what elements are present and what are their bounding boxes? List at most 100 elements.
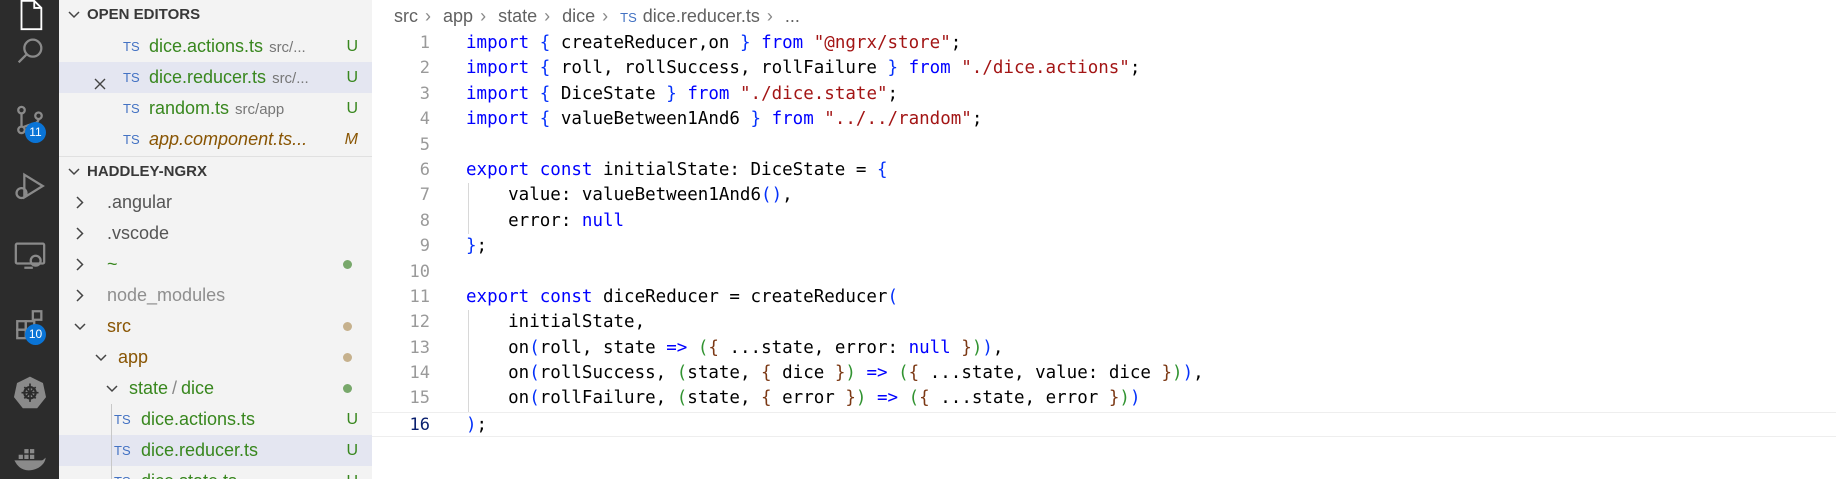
extensions-icon[interactable]: 10 [0, 295, 59, 353]
tree-item-file[interactable]: TS dice.actions.ts U [59, 404, 372, 435]
tree-item-app[interactable]: app [59, 342, 372, 373]
chevron-down-icon [73, 311, 87, 342]
tree-item-file[interactable]: TS dice.reducer.ts U [59, 435, 372, 466]
code-line[interactable]: 1 import { createReducer,on } from "@ngrx… [372, 31, 1836, 56]
code-editor[interactable]: src › app › state › dice › TS dice.reducer.ts… [372, 0, 1836, 479]
line-number: 1 [419, 33, 430, 53]
line-number: 9 [419, 236, 430, 257]
docker-icon[interactable] [0, 430, 59, 488]
open-editor-item[interactable]: TS app.component.ts... M [59, 124, 372, 155]
remote-explorer-icon[interactable] [0, 226, 59, 284]
line-number: 6 [419, 159, 430, 180]
code-text: on(rollSuccess, (state, { dice }) => ({ … [466, 363, 1204, 384]
code-text: ); [466, 414, 488, 435]
breadcrumb-item[interactable]: dice [562, 6, 595, 26]
code-line[interactable]: 14 on(rollSuccess, (state, { dice }) => … [372, 361, 1836, 386]
typescript-file-icon: TS [123, 132, 140, 147]
breadcrumb-item[interactable]: src [394, 6, 418, 26]
code-line[interactable]: 12 initialState, [372, 310, 1836, 335]
open-editor-item[interactable]: TS random.ts src/app U [59, 93, 372, 124]
code-line[interactable]: 13 on(roll, state => ({ ...state, error:… [372, 336, 1836, 361]
chevron-right-icon: › [766, 6, 773, 26]
kubernetes-icon[interactable] [0, 363, 59, 421]
breadcrumb-item[interactable]: dice.reducer.ts [643, 6, 760, 26]
workspace-header[interactable]: HADDLEY-NGRX [59, 156, 372, 187]
chevron-right-icon [73, 187, 87, 218]
code-line[interactable]: 2 import { roll, rollSuccess, rollFailure… [372, 56, 1836, 81]
breadcrumb-item[interactable]: app [443, 6, 473, 26]
source-control-badge: 11 [25, 122, 46, 143]
line-number: 10 [409, 261, 430, 282]
code-line[interactable]: 10 [372, 260, 1836, 285]
typescript-file-icon: TS [114, 466, 131, 479]
code-line[interactable]: 7 value: valueBetween1And6(), [372, 183, 1836, 208]
breadcrumb-item[interactable]: state [498, 6, 537, 26]
open-editors-header[interactable]: OPEN EDITORS [59, 0, 372, 30]
breadcrumb: src › app › state › dice › TS dice.reducer.ts… [394, 0, 800, 32]
chevron-right-icon [73, 249, 87, 280]
code-text: import { DiceState } from "./dice.state"… [466, 83, 899, 104]
open-editor-path: src/... [272, 70, 309, 87]
tree-item-node-modules[interactable]: node_modules [59, 280, 372, 311]
code-line[interactable]: 11 export const diceReducer = createReduc… [372, 285, 1836, 310]
chevron-right-icon [73, 280, 87, 311]
tree-item-home[interactable]: ~ [59, 249, 372, 280]
code-line[interactable]: 3 import { DiceState } from "./dice.state… [372, 82, 1836, 107]
tree-item-label: src [107, 316, 131, 336]
open-editor-item[interactable]: TS dice.reducer.ts src/... U [59, 62, 372, 93]
source-control-icon[interactable]: 11 [0, 91, 59, 149]
line-number: 15 [409, 388, 430, 409]
chevron-right-icon: › [425, 6, 431, 26]
code-area[interactable]: 1 import { createReducer,on } from "@ngrx… [372, 31, 1836, 438]
indent-guide [468, 183, 469, 235]
code-line[interactable]: 6 export const initialState: DiceState = … [372, 158, 1836, 183]
git-status-dot [343, 322, 352, 331]
code-text: initialState, [466, 312, 646, 333]
typescript-file-icon: TS [123, 39, 140, 54]
chevron-down-icon [94, 342, 108, 373]
git-status-badge: U [346, 38, 358, 55]
chevron-right-icon [73, 218, 87, 249]
code-text: value: valueBetween1And6(), [466, 185, 793, 206]
chevron-right-icon: › [602, 6, 609, 26]
code-line[interactable]: 5 [372, 133, 1836, 158]
chevron-down-icon [67, 0, 81, 30]
tree-item-state-dice[interactable]: state / dice [59, 373, 372, 404]
tree-item-label: node_modules [107, 285, 226, 305]
run-debug-icon[interactable] [0, 157, 59, 215]
workspace-title: HADDLEY-NGRX [87, 163, 208, 180]
tree-item-label: .angular [107, 192, 173, 212]
tree-item-file[interactable]: TS dice.state.ts U [59, 466, 372, 479]
path-separator: / [172, 378, 178, 398]
tree-item-src[interactable]: src [59, 311, 372, 342]
tree-item-angular[interactable]: .angular [59, 187, 372, 218]
open-editor-name: dice.reducer.ts [149, 67, 267, 87]
open-editor-item[interactable]: TS dice.actions.ts src/... U [59, 31, 372, 62]
tree-item-vscode[interactable]: .vscode [59, 218, 372, 249]
code-text: on(rollFailure, (state, { error }) => ({… [466, 388, 1141, 409]
tree-indent-guide [111, 404, 112, 479]
code-text: import { createReducer,on } from "@ngrx/… [466, 33, 962, 53]
line-number: 11 [409, 286, 430, 307]
tree-item-label: dice [181, 378, 215, 398]
tree-item-label: dice.state.ts [141, 466, 237, 479]
search-icon[interactable] [0, 22, 59, 80]
code-text: error: null [466, 210, 625, 231]
typescript-file-icon: TS [114, 412, 131, 427]
line-number: 14 [409, 363, 430, 384]
line-number: 4 [419, 109, 430, 130]
code-line[interactable]: 15 on(rollFailure, (state, { error }) =>… [372, 386, 1836, 411]
open-editor-name: app.component.ts... [149, 129, 308, 149]
breadcrumb-item[interactable]: ... [785, 6, 800, 26]
code-line[interactable]: 9}; [372, 234, 1836, 259]
code-line[interactable]: 16); [372, 411, 1836, 438]
code-text: import { roll, rollSuccess, rollFailure … [466, 58, 1141, 79]
code-line[interactable]: 4 import { valueBetween1And6 } from "../.… [372, 107, 1836, 132]
code-line[interactable]: 8 error: null [372, 209, 1836, 234]
indent-guide [468, 310, 469, 412]
chevron-down-icon [105, 373, 119, 404]
typescript-file-icon: TS [123, 70, 140, 85]
git-status-badge: U [346, 100, 358, 117]
git-status-badge: U [346, 442, 358, 459]
activity-bar: 11 10 [0, 0, 59, 479]
